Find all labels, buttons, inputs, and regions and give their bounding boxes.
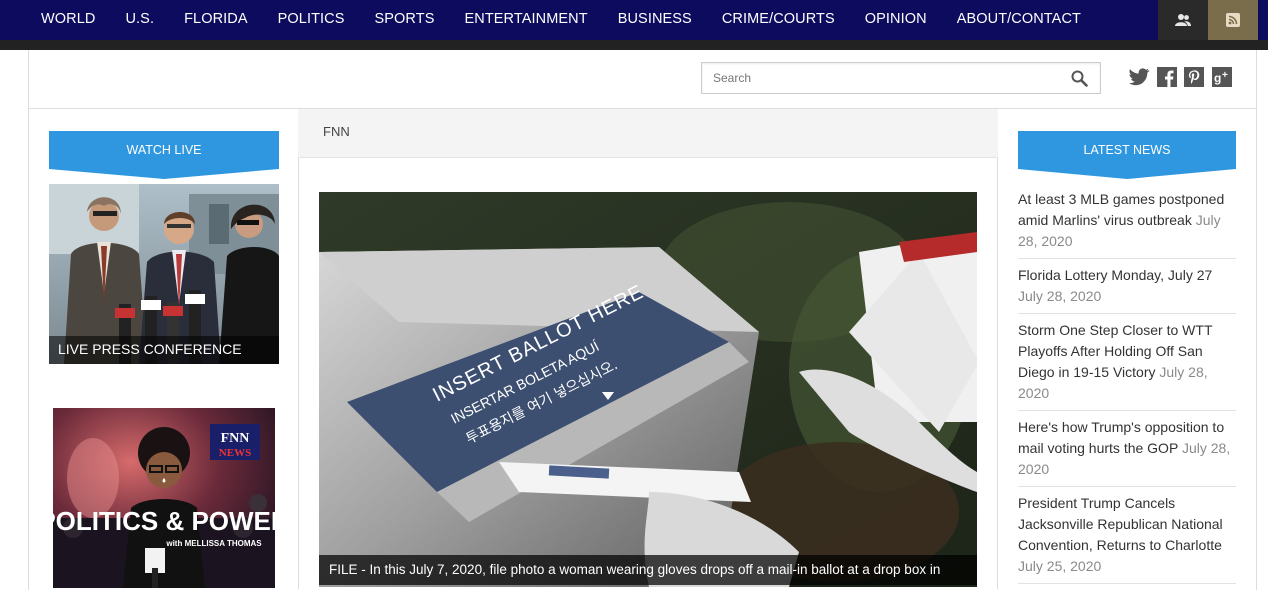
user-button[interactable] <box>1158 0 1208 40</box>
news-title[interactable]: At least 3 MLB games postponed amid Marl… <box>1018 191 1224 228</box>
svg-text:g: g <box>1214 71 1221 85</box>
news-item[interactable]: President Trump Cancels Jacksonville Rep… <box>1018 493 1236 584</box>
pinterest-icon <box>1184 67 1204 87</box>
news-item[interactable]: Storm One Step Closer to WTT Playoffs Af… <box>1018 320 1236 411</box>
watch-live-ribbon-tail <box>49 169 279 179</box>
politics-power-promo: FNN NEWS POLITICS & POWER with MELLISSA … <box>53 408 275 588</box>
latest-news-heading: LATEST NEWS <box>1018 131 1236 169</box>
twitter-link[interactable] <box>1128 66 1150 88</box>
news-item[interactable]: Here's how Trump's opposition to mail vo… <box>1018 417 1236 487</box>
news-title[interactable]: Florida Lottery Monday, July 27 <box>1018 267 1212 283</box>
news-item[interactable]: At least 3 MLB games postponed amid Marl… <box>1018 189 1236 259</box>
nav-menu: WORLD U.S. FLORIDA POLITICS SPORTS ENTER… <box>26 0 1096 38</box>
nav-item-about-contact[interactable]: ABOUT/CONTACT <box>942 11 1096 27</box>
politics-power-title: POLITICS & POWER <box>53 506 275 536</box>
politics-power-subtitle: with MELLISSA THOMAS <box>165 539 262 548</box>
breadcrumb[interactable]: FNN <box>323 124 350 139</box>
latest-news-ribbon-tail <box>1018 169 1236 179</box>
facebook-icon <box>1157 67 1177 87</box>
nav-item-politics[interactable]: POLITICS <box>263 11 360 27</box>
search-input[interactable] <box>702 63 1042 93</box>
live-caption[interactable]: LIVE PRESS CONFERENCE <box>49 336 279 364</box>
news-item[interactable]: Florida Lottery Monday, July 27 July 28,… <box>1018 265 1236 314</box>
svg-text:+: + <box>1222 70 1228 81</box>
google-plus-link[interactable]: g + <box>1211 66 1233 88</box>
fnn-badge-text: FNN <box>221 431 250 446</box>
user-icon <box>1175 14 1191 26</box>
nav-item-florida[interactable]: FLORIDA <box>169 11 263 27</box>
nav-item-world[interactable]: WORLD <box>26 11 110 27</box>
nav-underbar <box>0 40 1268 50</box>
facebook-link[interactable] <box>1156 66 1178 88</box>
latest-news-list: At least 3 MLB games postponed amid Marl… <box>1018 189 1236 590</box>
nav-item-us[interactable]: U.S. <box>110 11 169 27</box>
nav-item-sports[interactable]: SPORTS <box>360 11 450 27</box>
nav-item-opinion[interactable]: OPINION <box>850 11 942 27</box>
nav-item-business[interactable]: BUSINESS <box>603 11 707 27</box>
news-date: July 28, 2020 <box>1018 288 1102 304</box>
nav-item-entertainment[interactable]: ENTERTAINMENT <box>449 11 602 27</box>
ballot-drop-box-photo: INSERT BALLOT HERE INSERTAR BOLETA AQUÍ … <box>319 192 977 587</box>
breadcrumb-bar <box>298 109 998 158</box>
news-date: July 25, 2020 <box>1018 558 1102 574</box>
twitter-icon <box>1129 68 1150 86</box>
search-icon[interactable] <box>1071 70 1088 87</box>
top-navigation: WORLD U.S. FLORIDA POLITICS SPORTS ENTER… <box>0 0 1268 50</box>
main-image-caption: FILE - In this July 7, 2020, file photo … <box>319 555 977 585</box>
search-box <box>701 62 1101 94</box>
news-title[interactable]: President Trump Cancels Jacksonville Rep… <box>1018 495 1223 553</box>
politics-power-image[interactable]: FNN NEWS POLITICS & POWER with MELLISSA … <box>53 408 275 588</box>
nav-item-crime-courts[interactable]: CRIME/COURTS <box>707 11 850 27</box>
rss-button[interactable] <box>1208 0 1258 40</box>
google-plus-icon: g + <box>1212 67 1232 87</box>
pinterest-link[interactable] <box>1183 66 1205 88</box>
rss-icon <box>1226 13 1240 27</box>
news-badge-text: NEWS <box>219 447 251 459</box>
main-article-image[interactable]: INSERT BALLOT HERE INSERTAR BOLETA AQUÍ … <box>319 192 977 587</box>
watch-live-heading: WATCH LIVE <box>49 131 279 169</box>
